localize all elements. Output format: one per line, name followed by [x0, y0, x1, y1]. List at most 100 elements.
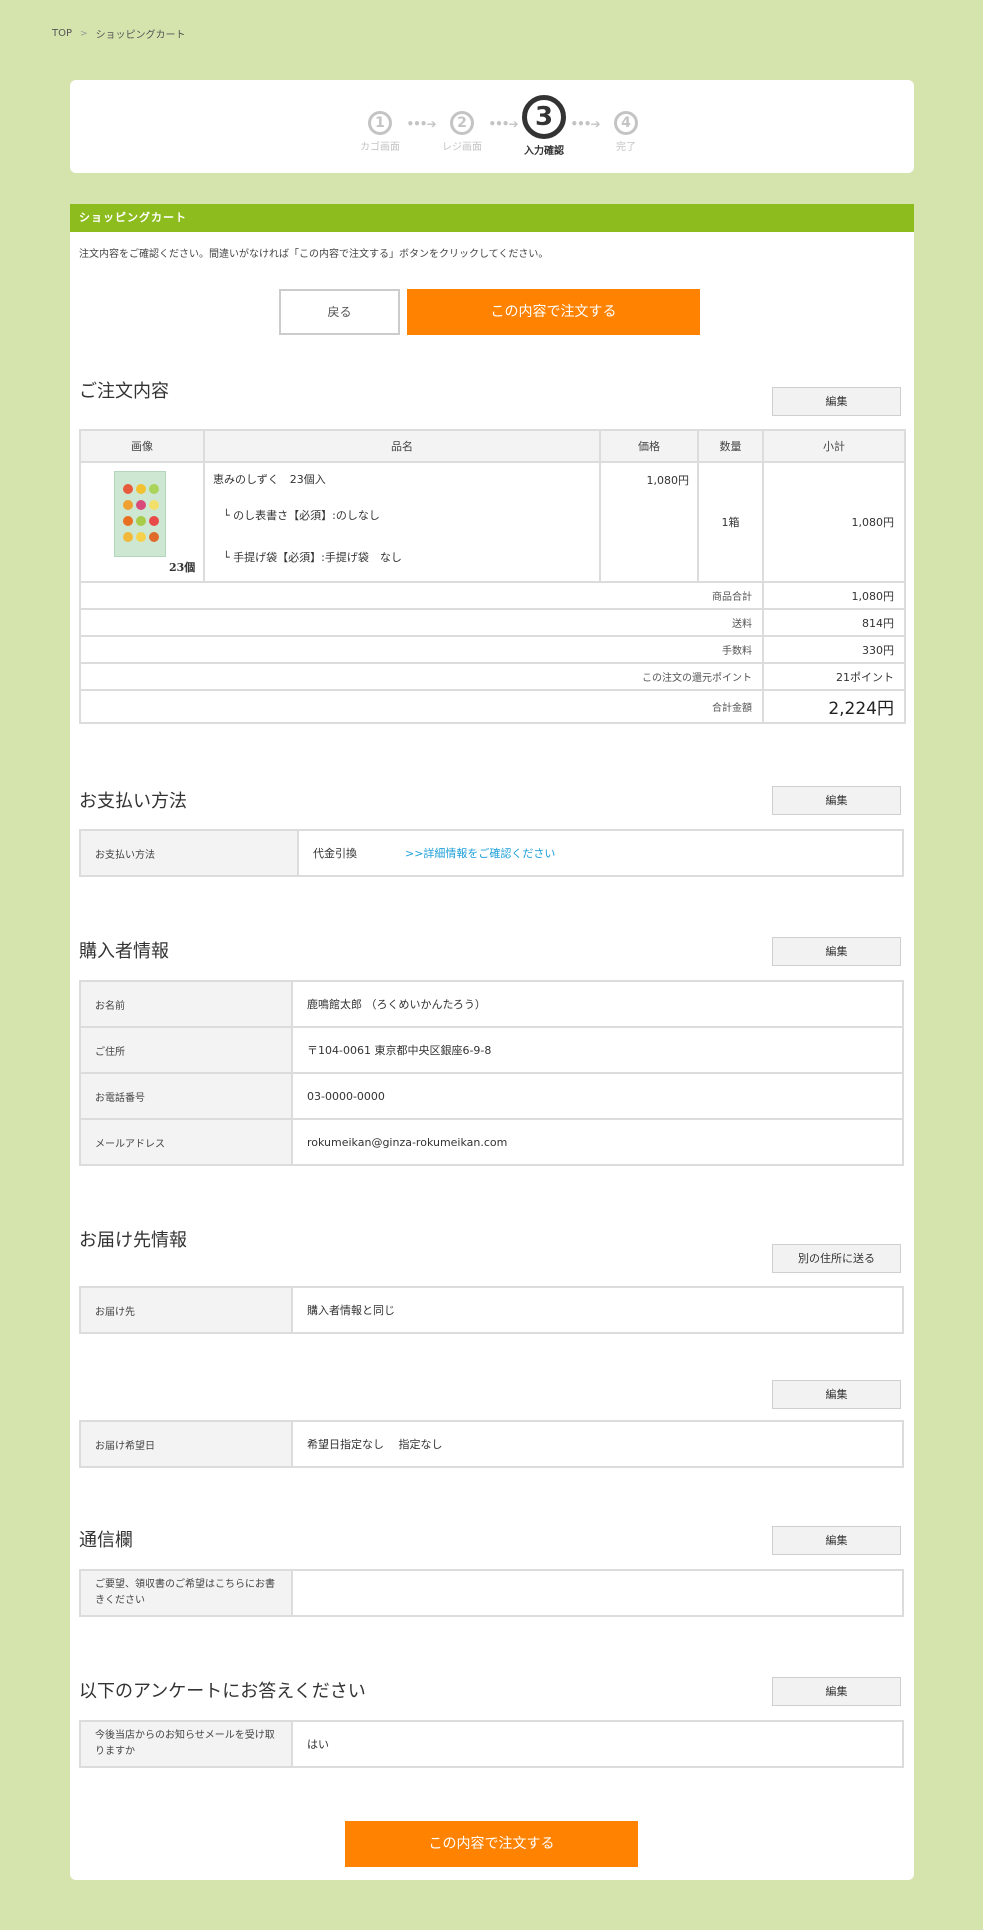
- table-row: 今後当店からのお知らせメールを受け取りますか はい: [79, 1720, 904, 1768]
- buyer-name-value: 鹿鳴館太郎 （ろくめいかんたろう）: [291, 980, 904, 1028]
- step-number: 2: [450, 111, 474, 135]
- summary-label: 商品合計: [79, 581, 764, 610]
- breadcrumb-separator: >: [80, 28, 88, 39]
- payment-table: お支払い方法 代金引換 >>詳細情報をご確認ください: [79, 829, 904, 877]
- order-items-table: 画像 品名 価格 数量 小計 23個 恵みのしずく 23個入 └ のし表書さ【必…: [79, 429, 906, 724]
- delivery-date-label: お届け希望日: [79, 1420, 293, 1468]
- buyer-phone-value: 03-0000-0000: [291, 1072, 904, 1120]
- column-header-image: 画像: [79, 429, 205, 463]
- table-row: お電話番号 03-0000-0000: [79, 1072, 904, 1120]
- summary-label: 送料: [79, 608, 764, 637]
- product-name-cell: 恵みのしずく 23個入 └ のし表書さ【必須】:のしなし └ 手提げ袋【必須】:…: [203, 461, 601, 583]
- step-confirm: 3 入力確認: [516, 95, 572, 157]
- delivery-dest-value: 購入者情報と同じ: [291, 1286, 904, 1334]
- step-number: 1: [368, 111, 392, 135]
- summary-value: 814円: [762, 608, 906, 637]
- buyer-section-title: 購入者情報: [79, 941, 169, 962]
- column-header-price: 価格: [599, 429, 699, 463]
- step-register: 2 レジ画面: [434, 95, 490, 153]
- payment-value-cell: 代金引換 >>詳細情報をご確認ください: [297, 829, 904, 877]
- step-label: レジ画面: [442, 142, 482, 153]
- product-subtotal: 1,080円: [762, 461, 906, 583]
- message-label: ご要望、領収書のご希望はこちらにお書きください: [79, 1569, 293, 1617]
- breadcrumb-top-link[interactable]: TOP: [52, 28, 72, 39]
- payment-detail-link[interactable]: >>詳細情報をご確認ください: [405, 847, 555, 860]
- table-row: お届け先 購入者情報と同じ: [79, 1286, 904, 1334]
- product-image-count: 23個: [169, 561, 196, 574]
- summary-row-total: 合計金額 2,224円: [79, 689, 906, 724]
- buyer-address-value: 〒104-0061 東京都中央区銀座6-9-8: [291, 1026, 904, 1074]
- table-row: お届け希望日 希望日指定なし 指定なし: [79, 1420, 904, 1468]
- delivery-dest-table: お届け先 購入者情報と同じ: [79, 1286, 904, 1334]
- delivery-section-title: お届け先情報: [79, 1230, 187, 1251]
- table-header-row: 画像 品名 価格 数量 小計: [79, 429, 906, 463]
- summary-value: 330円: [762, 635, 906, 664]
- edit-survey-button[interactable]: 編集: [772, 1677, 901, 1706]
- survey-table: 今後当店からのお知らせメールを受け取りますか はい: [79, 1720, 904, 1768]
- product-image[interactable]: [114, 471, 166, 557]
- edit-delivery-date-button[interactable]: 編集: [772, 1380, 901, 1409]
- payment-method: 代金引換: [313, 847, 357, 860]
- summary-label: 手数料: [79, 635, 764, 664]
- summary-row-shipping: 送料 814円: [79, 608, 906, 637]
- summary-row-points: この注文の還元ポイント 21ポイント: [79, 662, 906, 691]
- step-cart: 1 カゴ画面: [352, 95, 408, 153]
- table-row: 23個 恵みのしずく 23個入 └ のし表書さ【必須】:のしなし └ 手提げ袋【…: [79, 461, 906, 583]
- payment-section-title: お支払い方法: [79, 791, 187, 812]
- delivery-date-value: 希望日指定なし 指定なし: [291, 1420, 904, 1468]
- summary-label: この注文の還元ポイント: [79, 662, 764, 691]
- place-order-button-bottom[interactable]: この内容で注文する: [345, 1821, 638, 1867]
- product-qty: 1箱: [697, 461, 764, 583]
- product-option-bag: └ 手提げ袋【必須】:手提げ袋 なし: [223, 551, 402, 564]
- buyer-email-value: rokumeikan@ginza-rokumeikan.com: [291, 1118, 904, 1166]
- summary-row-goods: 商品合計 1,080円: [79, 581, 906, 610]
- message-table: ご要望、領収書のご希望はこちらにお書きください: [79, 1569, 904, 1617]
- step-label: 完了: [616, 142, 636, 153]
- edit-message-button[interactable]: 編集: [772, 1526, 901, 1555]
- checkout-steps-panel: 1 カゴ画面 •••➔ 2 レジ画面 •••➔ 3 入力確認 •••➔ 4 完了: [70, 80, 914, 173]
- step-arrow-icon: •••➔: [570, 117, 600, 131]
- survey-answer: はい: [291, 1720, 904, 1768]
- delivery-dest-label: お届け先: [79, 1286, 293, 1334]
- send-other-address-button[interactable]: 別の住所に送る: [772, 1244, 901, 1273]
- step-arrow-icon: •••➔: [488, 117, 518, 131]
- table-row: メールアドレス rokumeikan@ginza-rokumeikan.com: [79, 1118, 904, 1166]
- table-row: お名前 鹿鳴館太郎 （ろくめいかんたろう）: [79, 980, 904, 1028]
- step-complete: 4 完了: [598, 95, 654, 153]
- buyer-email-label: メールアドレス: [79, 1118, 293, 1166]
- place-order-button[interactable]: この内容で注文する: [407, 289, 700, 335]
- product-name: 恵みのしずく 23個入: [213, 473, 326, 486]
- summary-value: 1,080円: [762, 581, 906, 610]
- step-label: 入力確認: [524, 146, 564, 157]
- cart-header: ショッピングカート: [70, 204, 914, 232]
- total-label: 合計金額: [79, 689, 764, 724]
- checkout-steps: 1 カゴ画面 •••➔ 2 レジ画面 •••➔ 3 入力確認 •••➔ 4 完了: [352, 95, 654, 157]
- table-row: ご要望、領収書のご希望はこちらにお書きください: [79, 1569, 904, 1617]
- breadcrumb-current: ショッピングカート: [95, 30, 186, 41]
- column-header-qty: 数量: [697, 429, 764, 463]
- delivery-date-table: お届け希望日 希望日指定なし 指定なし: [79, 1420, 904, 1468]
- cart-intro-text: 注文内容をご確認ください。間違いがなければ「この内容で注文する」ボタンをクリック…: [79, 249, 549, 260]
- order-section-title: ご注文内容: [79, 381, 169, 402]
- product-price: 1,080円: [599, 461, 699, 583]
- back-button[interactable]: 戻る: [279, 289, 400, 335]
- edit-payment-button[interactable]: 編集: [772, 786, 901, 815]
- edit-buyer-button[interactable]: 編集: [772, 937, 901, 966]
- survey-question: 今後当店からのお知らせメールを受け取りますか: [79, 1720, 293, 1768]
- step-label: カゴ画面: [360, 142, 400, 153]
- buyer-phone-label: お電話番号: [79, 1072, 293, 1120]
- cart-main-panel: ショッピングカート 注文内容をご確認ください。間違いがなければ「この内容で注文す…: [70, 204, 914, 1880]
- buyer-table: お名前 鹿鳴館太郎 （ろくめいかんたろう） ご住所 〒104-0061 東京都中央区…: [79, 980, 904, 1166]
- step-number: 3: [522, 95, 566, 139]
- message-value: [291, 1569, 904, 1617]
- summary-value: 21ポイント: [762, 662, 906, 691]
- message-section-title: 通信欄: [79, 1530, 133, 1551]
- edit-order-button[interactable]: 編集: [772, 387, 901, 416]
- summary-row-fee: 手数料 330円: [79, 635, 906, 664]
- column-header-subtotal: 小計: [762, 429, 906, 463]
- payment-label: お支払い方法: [79, 829, 299, 877]
- column-header-name: 品名: [203, 429, 601, 463]
- step-arrow-icon: •••➔: [406, 117, 436, 131]
- total-amount: 2,224円: [762, 689, 906, 724]
- buyer-address-label: ご住所: [79, 1026, 293, 1074]
